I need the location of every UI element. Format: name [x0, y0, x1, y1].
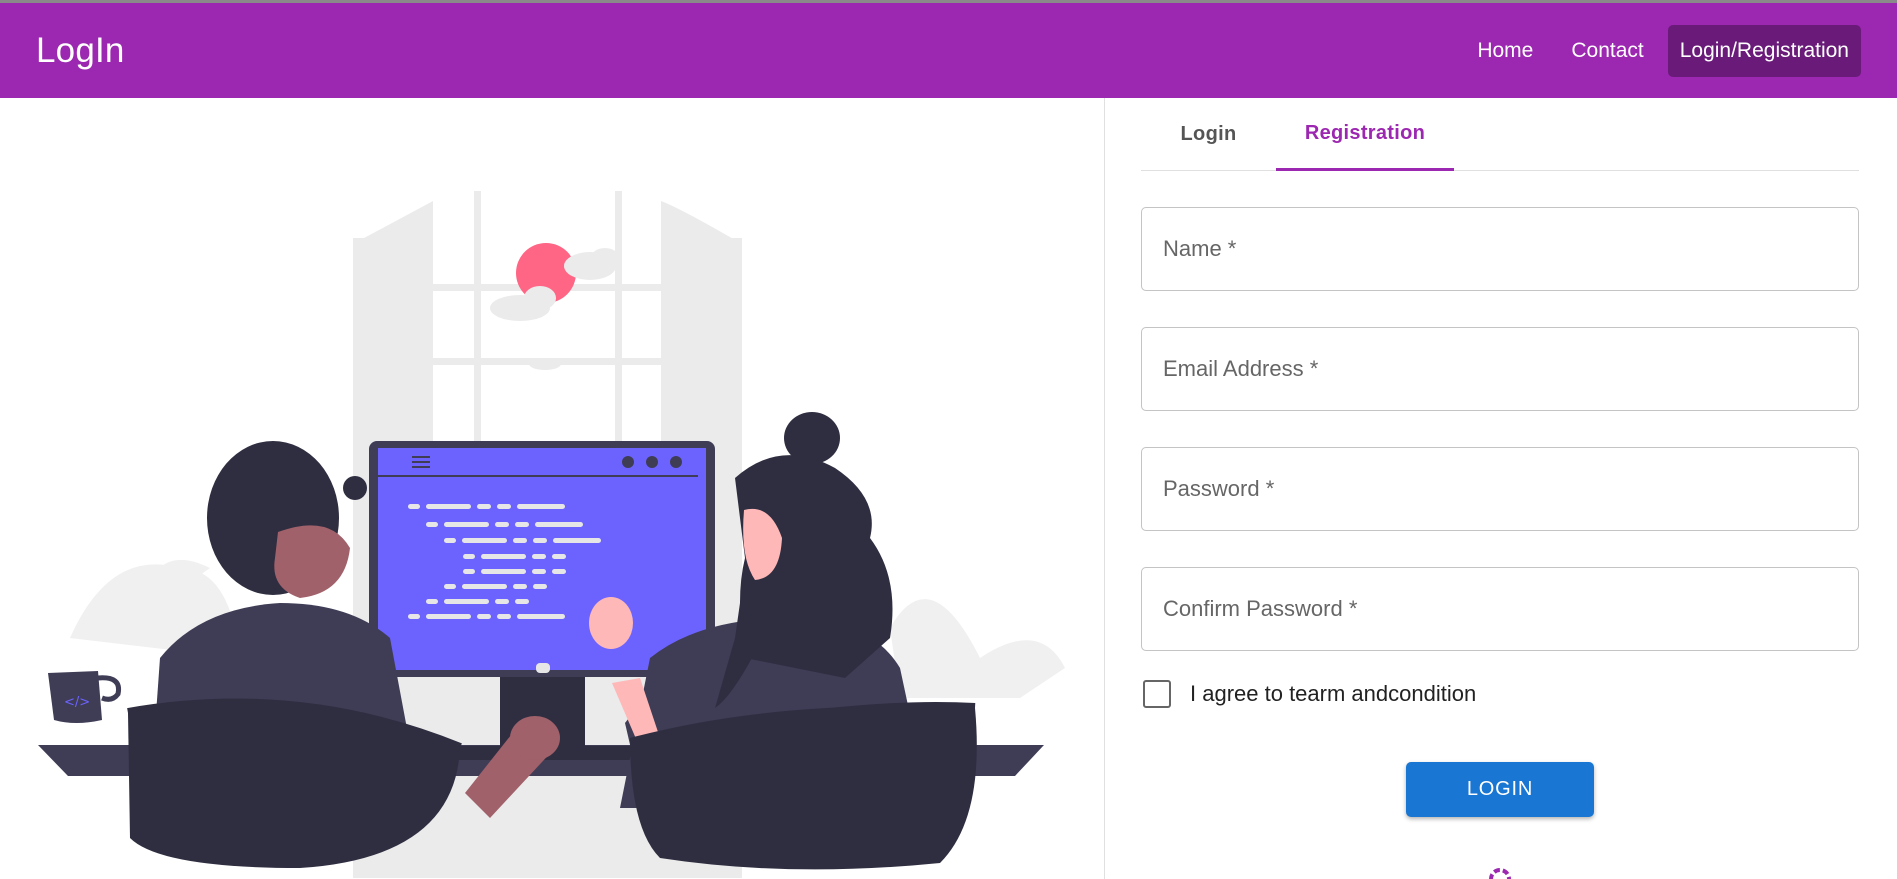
panel-divider — [1104, 98, 1105, 879]
nav-contact-button[interactable]: Contact — [1557, 25, 1657, 77]
tab-login[interactable]: Login — [1141, 98, 1276, 170]
illustration-panel: </> — [0, 98, 1104, 879]
auth-tabs: Login Registration — [1141, 98, 1859, 171]
brand-title: LogIn — [36, 30, 125, 70]
name-field-label: Name * — [1163, 236, 1237, 261]
confirm-password-field-label: Confirm Password * — [1163, 596, 1358, 621]
login-button[interactable]: LOGIN — [1406, 762, 1594, 817]
top-nav: Home Contact Login/Registration — [1463, 24, 1861, 77]
auth-panel: Login Registration Name * Email Address … — [1141, 98, 1859, 879]
confirm-password-field[interactable]: Confirm Password * — [1141, 567, 1859, 651]
nav-home-button[interactable]: Home — [1463, 25, 1547, 77]
app-bar: LogIn Home Contact Login/Registration — [0, 3, 1897, 98]
name-field[interactable]: Name * — [1141, 207, 1859, 291]
terms-checkbox[interactable] — [1143, 680, 1171, 708]
password-field[interactable]: Password * — [1141, 447, 1859, 531]
terms-row: I agree to tearm andcondition — [1141, 680, 1476, 708]
email-field[interactable]: Email Address * — [1141, 327, 1859, 411]
password-field-label: Password * — [1163, 476, 1275, 501]
terms-label: I agree to tearm andcondition — [1190, 681, 1477, 706]
loading-spinner-icon — [1489, 868, 1511, 879]
email-field-label: Email Address * — [1163, 356, 1319, 381]
nav-login-registration-button[interactable]: Login/Registration — [1667, 24, 1861, 77]
two-people-coding-illustration: </> — [38, 191, 1065, 878]
tab-registration[interactable]: Registration — [1276, 98, 1454, 171]
svg-text:</>: </> — [64, 695, 90, 710]
